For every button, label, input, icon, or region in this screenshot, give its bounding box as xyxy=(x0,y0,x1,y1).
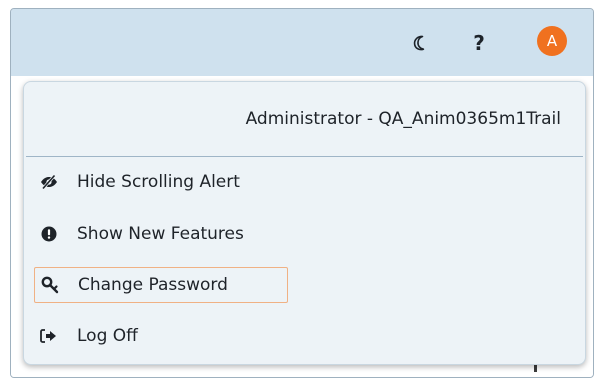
menu-item-show-new-features[interactable]: Show New Features xyxy=(34,216,454,252)
menu-item-hide-scrolling-alert[interactable]: Hide Scrolling Alert xyxy=(34,164,454,200)
sign-out-icon xyxy=(39,326,59,346)
menu-divider xyxy=(26,156,583,157)
user-avatar[interactable]: A xyxy=(537,26,567,56)
menu-item-label: Hide Scrolling Alert xyxy=(77,172,240,192)
exclamation-circle-icon xyxy=(39,224,59,244)
menu-item-label: Log Off xyxy=(77,326,138,346)
menu-item-label: Change Password xyxy=(78,275,228,295)
menu-item-label: Show New Features xyxy=(77,224,244,244)
key-icon xyxy=(40,275,60,295)
moon-icon[interactable] xyxy=(407,31,431,55)
moon-icon-glyph xyxy=(413,35,425,51)
user-menu-header: Administrator - QA_Anim0365m1Trail xyxy=(245,109,561,129)
user-menu-dropdown: Administrator - QA_Anim0365m1Trail Hide … xyxy=(23,81,586,365)
menu-item-change-password[interactable]: Change Password xyxy=(34,267,288,303)
menu-item-log-off[interactable]: Log Off xyxy=(34,318,454,354)
top-bar: ? A xyxy=(11,9,593,76)
eye-slash-icon xyxy=(39,172,59,192)
help-icon[interactable]: ? xyxy=(467,31,491,55)
